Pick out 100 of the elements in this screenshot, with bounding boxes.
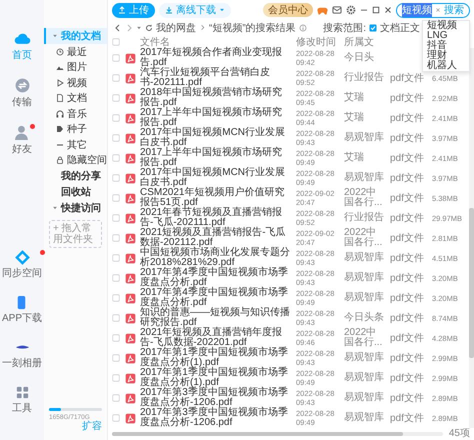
source-folder: 易观智库 — [344, 253, 385, 263]
pdf-file-icon — [125, 112, 136, 124]
row-checkbox[interactable] — [112, 154, 120, 162]
pdf-file-icon — [125, 312, 136, 324]
pdf-file-icon — [125, 292, 136, 304]
nav-item[interactable]: 音乐 — [44, 106, 107, 122]
nav-item[interactable]: 快捷访问 — [44, 200, 107, 216]
vertical-scrollbar[interactable] — [469, 48, 474, 428]
suggestion-item[interactable]: 机器人 — [423, 61, 469, 71]
source-folder: 2022中国各行... — [344, 188, 384, 208]
suggestion-item[interactable]: 理财 — [423, 51, 469, 61]
file-type: pdf文件 — [390, 412, 425, 425]
row-checkbox[interactable] — [112, 314, 120, 322]
nav-item[interactable]: 隐藏空间 — [44, 152, 107, 168]
back-icon[interactable] — [114, 24, 122, 32]
nav-item[interactable]: 其它 — [44, 137, 107, 152]
row-checkbox[interactable] — [112, 354, 120, 362]
file-name[interactable]: 2017年第1季度中国短视频市场季度盘点分析(1).pdf — [140, 368, 292, 388]
row-checkbox[interactable] — [112, 194, 120, 202]
caret-icon[interactable] — [136, 24, 142, 30]
suggestion-item[interactable]: 抖音 — [423, 41, 469, 51]
pdf-file-icon — [125, 352, 136, 364]
clear-icon[interactable] — [435, 7, 441, 13]
forward-icon[interactable] — [125, 24, 133, 32]
column-header[interactable]: 修改时间 — [296, 35, 340, 49]
rail-item[interactable]: 工具 — [12, 385, 32, 414]
breadcrumb-link[interactable]: 我的网盘 — [156, 20, 196, 34]
row-checkbox[interactable] — [112, 294, 120, 302]
horizontal-scrollbar[interactable] — [112, 432, 443, 436]
rail-item[interactable]: 一刻相册 — [2, 340, 42, 369]
row-checkbox[interactable] — [112, 414, 120, 422]
mail-icon[interactable] — [332, 5, 342, 15]
nav-item[interactable]: 文档 — [44, 90, 107, 106]
source-folder: 易观智库 — [344, 293, 385, 303]
suggestion-item[interactable]: 短视频 — [423, 21, 469, 31]
row-checkbox[interactable] — [112, 54, 120, 62]
file-name[interactable]: 2017年中国短视频MCN行业发展白皮书.pdf — [140, 168, 292, 188]
rail-item[interactable]: 好友 — [12, 124, 32, 155]
row-checkbox[interactable] — [112, 174, 120, 182]
source-folder: 易观智库 — [344, 373, 385, 383]
nav-item[interactable]: 图片 — [44, 60, 107, 75]
nav-item[interactable]: 我的分享 — [44, 168, 107, 184]
row-checkbox[interactable] — [112, 114, 120, 122]
file-name[interactable]: 2017年第4季度中国短视频市场季度盘点分析.pdf — [140, 288, 292, 308]
file-name[interactable]: 中国短视频市场商业化发展专题分析2018%281%29.pdf — [140, 248, 292, 268]
file-name[interactable]: 2017年第3季度中国短视频市场季度盘点分析-1206.pdf — [140, 388, 292, 408]
source-folder: 易观智库 — [344, 353, 385, 363]
nav-item[interactable]: 最近 — [44, 44, 107, 60]
file-name[interactable]: CSM2021年短视频用户价值研究报告51页.pdf — [140, 188, 292, 208]
file-name[interactable]: 2018年中国短视频营销市场研究报告.pdf — [140, 88, 292, 108]
settings-icon[interactable] — [346, 5, 356, 15]
row-checkbox[interactable] — [112, 74, 120, 82]
file-name[interactable]: 2017年第1季度中国短视频市场季度盘点分析(1).pdf — [140, 348, 292, 368]
file-name[interactable]: 2017上半年中国短视频市场研究报告.pdf — [140, 148, 292, 168]
diamond-icon — [14, 250, 30, 265]
file-name[interactable]: 2017年第4季度中国短视频市场季度盘点分析.pdf — [140, 268, 292, 288]
file-name[interactable]: 2017上半年中国短视频市场研究报告.pdf — [140, 108, 292, 128]
source-folder: 行业报告 — [344, 73, 385, 83]
nav-item[interactable]: 种子 — [44, 122, 107, 137]
maximize-icon[interactable] — [372, 6, 380, 14]
search-field[interactable]: 短视频 搜索 — [396, 2, 470, 18]
pdf-file-icon — [125, 72, 136, 84]
refresh-icon[interactable] — [145, 24, 153, 32]
file-name[interactable]: 汽车行业短视频平台营销白皮书-202111.pdf — [140, 68, 292, 88]
column-header[interactable]: 所属文 — [344, 35, 386, 49]
file-name[interactable]: 2021年春节短视频及直播营销报告-飞瓜-202111.pdf — [140, 208, 292, 228]
file-name[interactable]: 知识的普惠——短视频与知识传播研究报告.pdf — [140, 308, 292, 328]
scope-checkbox[interactable] — [369, 24, 377, 32]
source-folder: 2022中国各行... — [344, 328, 384, 348]
row-checkbox[interactable] — [112, 374, 120, 382]
suggestion-item[interactable]: LNG — [423, 31, 469, 41]
search-scope-label: 搜索范围: — [323, 22, 366, 34]
rail-item[interactable]: 传输 — [12, 77, 32, 108]
file-name[interactable]: 2017年短视频合作者商业变现报告.pdf — [140, 48, 292, 68]
vip-center-button[interactable]: 会员中心 — [263, 3, 313, 17]
close-icon[interactable] — [384, 6, 392, 14]
select-all-checkbox[interactable] — [112, 38, 120, 46]
file-name[interactable]: 2021年短视频及直播营销年度报告-飞瓜数据-202201.pdf — [140, 328, 292, 348]
row-checkbox[interactable] — [112, 94, 120, 102]
file-type: pdf文件 — [390, 332, 425, 345]
row-checkbox[interactable] — [112, 334, 120, 342]
nav-item[interactable]: 视频 — [44, 75, 107, 90]
row-checkbox[interactable] — [112, 234, 120, 242]
pdf-file-icon — [125, 132, 136, 144]
pdf-file-icon — [125, 392, 136, 404]
upload-icon — [118, 6, 126, 14]
source-folder: 易观智库 — [344, 273, 385, 283]
row-checkbox[interactable] — [112, 394, 120, 402]
rail-item[interactable]: APP下载 — [2, 295, 42, 324]
file-type: pdf文件 — [390, 192, 425, 205]
row-checkbox[interactable] — [112, 274, 120, 282]
file-name[interactable]: 2017年中国短视频MCN行业发展白皮书.pdf — [140, 128, 292, 148]
row-checkbox[interactable] — [112, 134, 120, 142]
file-name[interactable]: 2021短视频及直播营销报告-飞瓜数据-202112.pdf — [140, 228, 292, 248]
nav-item[interactable]: 回收站 — [44, 184, 107, 200]
source-folder: 艾瑞 — [344, 93, 365, 103]
row-checkbox[interactable] — [112, 254, 120, 262]
pdf-file-icon — [125, 272, 136, 284]
file-name[interactable]: 2017年第3季度中国短视频市场季度盘点分析-1206.pdf — [140, 408, 292, 428]
row-checkbox[interactable] — [112, 214, 120, 222]
